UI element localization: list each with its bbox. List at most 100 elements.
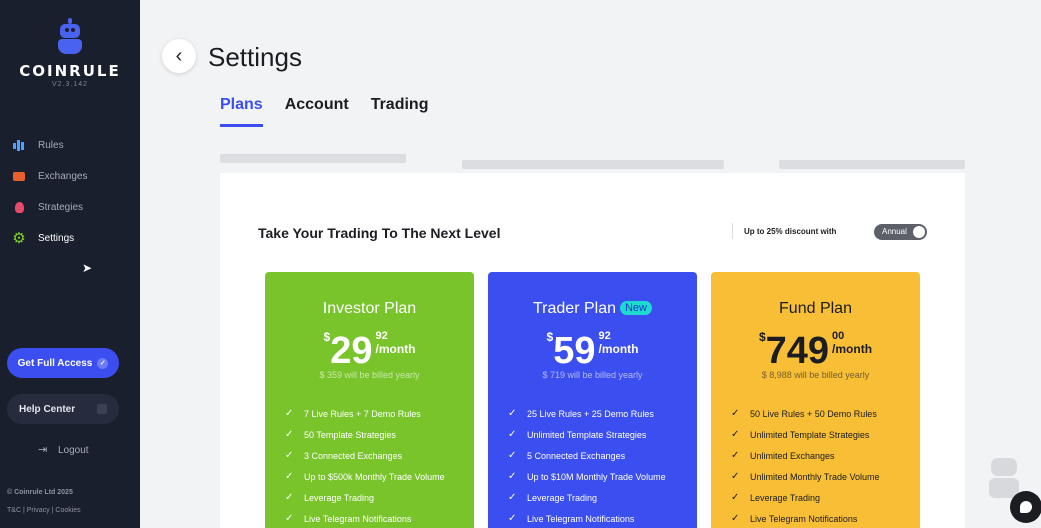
- chat-support-button[interactable]: [1010, 491, 1041, 523]
- loading-placeholder: [779, 160, 965, 169]
- plan-card-investor[interactable]: Investor Plan $29 92/month $ 359 will be …: [265, 272, 474, 528]
- feature-list: ✓ 7 Live Rules + 7 Demo Rules ✓ 50 Templat…: [285, 403, 445, 528]
- list-item: ✓ 5 Connected Exchanges: [508, 450, 626, 461]
- bar-chart-icon: [12, 139, 26, 153]
- sidebar-item-settings[interactable]: ⚙ Settings: [12, 223, 132, 254]
- check-icon: ✓: [731, 513, 740, 524]
- sidebar-item-label: Strategies: [38, 202, 84, 213]
- logout-button[interactable]: ⇥ Logout: [38, 444, 89, 456]
- check-circle-icon: ✓: [97, 357, 109, 369]
- feature-list: ✓ 50 Live Rules + 50 Demo Rules ✓ Unlimite…: [731, 403, 880, 528]
- toggle-knob: [913, 226, 925, 238]
- plan-card-fund[interactable]: Fund Plan $749 00/month $ 8,988 will be b…: [711, 272, 920, 528]
- list-item: ✓ Up to $500k Monthly Trade Volume: [285, 471, 445, 482]
- plan-price: $749 00/month: [711, 330, 920, 373]
- check-icon: ✓: [731, 408, 740, 419]
- sidebar-item-label: Rules: [38, 140, 64, 151]
- sidebar-item-label: Exchanges: [38, 171, 88, 182]
- price-cents: 92: [375, 330, 388, 342]
- toggle-label: Annual: [882, 227, 907, 236]
- billed-yearly-text: $ 8,988 will be billed yearly: [761, 370, 870, 380]
- currency-symbol: $: [758, 330, 766, 344]
- price-period: /month: [375, 342, 416, 356]
- feature-list: ✓ 25 Live Rules + 25 Demo Rules ✓ Unlimite…: [508, 403, 666, 528]
- plan-card-trader[interactable]: Trader Plan New $59 92/month $ 719 will be…: [488, 272, 697, 528]
- tab-plans[interactable]: Plans: [220, 96, 263, 127]
- list-item: ✓ Unlimited Template Strategies: [508, 429, 647, 440]
- list-item: ✓ Unlimited Template Strategies: [731, 429, 870, 440]
- list-item: ✓ 50 Template Strategies: [285, 429, 396, 440]
- price-cents: 92: [598, 330, 611, 342]
- billing-period-toggle[interactable]: Annual: [874, 224, 927, 240]
- list-item: ✓ Live Telegram Notifications: [508, 513, 635, 524]
- logo[interactable]: COINRULE V2.3.142: [0, 18, 140, 88]
- list-item: ✓ Unlimited Exchanges: [731, 450, 835, 461]
- full-access-label: Get Full Access: [17, 357, 93, 369]
- billed-yearly-text: $ 719 will be billed yearly: [542, 370, 643, 380]
- list-item: ✓ Up to $10M Monthly Trade Volume: [508, 471, 666, 482]
- check-icon: ✓: [508, 429, 517, 440]
- back-button[interactable]: ‹: [162, 39, 196, 73]
- sidebar-item-strategies[interactable]: Strategies: [12, 192, 132, 223]
- list-item: ✓ Leverage Trading: [508, 492, 598, 503]
- discount-text: Up to 25% discount with: [744, 227, 837, 236]
- list-item: ✓ Leverage Trading: [285, 492, 375, 503]
- list-item: ✓ Unlimited Monthly Trade Volume: [731, 471, 880, 482]
- tab-account[interactable]: Account: [285, 96, 349, 127]
- check-icon: ✓: [285, 471, 294, 482]
- chat-bubble-icon: [1020, 501, 1032, 513]
- sidebar-item-rules[interactable]: Rules: [12, 130, 132, 161]
- plan-price: $29 92/month: [265, 330, 474, 373]
- get-full-access-button[interactable]: Get Full Access ✓: [7, 348, 119, 378]
- copyright: © Coinrule Ltd 2025: [7, 489, 73, 496]
- sidebar-nav: Rules Exchanges Strategies ⚙ Settings: [12, 130, 132, 254]
- sidebar-item-exchanges[interactable]: Exchanges: [12, 161, 132, 192]
- divider: [732, 223, 733, 239]
- robot-logo-icon: [56, 18, 84, 54]
- plan-name: Trader Plan New: [488, 300, 697, 318]
- logout-label: Logout: [58, 444, 89, 456]
- check-icon: ✓: [508, 513, 517, 524]
- list-item: ✓ Live Telegram Notifications: [731, 513, 858, 524]
- price-period: /month: [598, 342, 639, 356]
- check-icon: ✓: [285, 513, 294, 524]
- price-amount: 59: [553, 330, 596, 372]
- price-cents: 00: [832, 330, 845, 342]
- logout-icon: ⇥: [38, 444, 48, 456]
- loading-placeholder: [462, 160, 724, 169]
- check-icon: ✓: [285, 492, 294, 503]
- list-item: ✓ 25 Live Rules + 25 Demo Rules: [508, 408, 654, 419]
- check-icon: ✓: [508, 450, 517, 461]
- check-icon: ✓: [508, 408, 517, 419]
- check-icon: ✓: [508, 471, 517, 482]
- price-amount: 29: [330, 330, 373, 372]
- check-icon: ✓: [285, 408, 294, 419]
- settings-tabs: Plans Account Trading: [220, 96, 450, 127]
- cookies-link[interactable]: Cookies: [55, 507, 80, 514]
- app-version: V2.3.142: [51, 81, 89, 88]
- plan-price: $59 92/month: [488, 330, 697, 373]
- help-center-button[interactable]: Help Center: [7, 394, 119, 424]
- list-item: ✓ 7 Live Rules + 7 Demo Rules: [285, 408, 421, 419]
- check-icon: ✓: [731, 492, 740, 503]
- check-icon: ✓: [731, 471, 740, 482]
- price-amount: 749: [765, 330, 830, 372]
- check-icon: ✓: [731, 429, 740, 440]
- billed-yearly-text: $ 359 will be billed yearly: [319, 370, 420, 380]
- check-icon: ✓: [285, 450, 294, 461]
- plan-name: Investor Plan: [322, 300, 417, 317]
- chevron-left-icon: ‹: [175, 44, 183, 67]
- check-icon: ✓: [731, 450, 740, 461]
- terms-link[interactable]: T&C: [7, 507, 21, 514]
- check-icon: ✓: [285, 429, 294, 440]
- tab-trading[interactable]: Trading: [371, 96, 429, 127]
- gear-icon: ⚙: [12, 229, 26, 247]
- list-item: ✓ 50 Live Rules + 50 Demo Rules: [731, 408, 877, 419]
- privacy-link[interactable]: Privacy: [27, 507, 50, 514]
- check-icon: ✓: [508, 492, 517, 503]
- price-period: /month: [832, 342, 873, 356]
- page-title: Settings: [208, 42, 302, 72]
- list-item: ✓ Live Telegram Notifications: [285, 513, 412, 524]
- list-item: ✓ 3 Connected Exchanges: [285, 450, 403, 461]
- plan-name: Fund Plan: [779, 300, 852, 317]
